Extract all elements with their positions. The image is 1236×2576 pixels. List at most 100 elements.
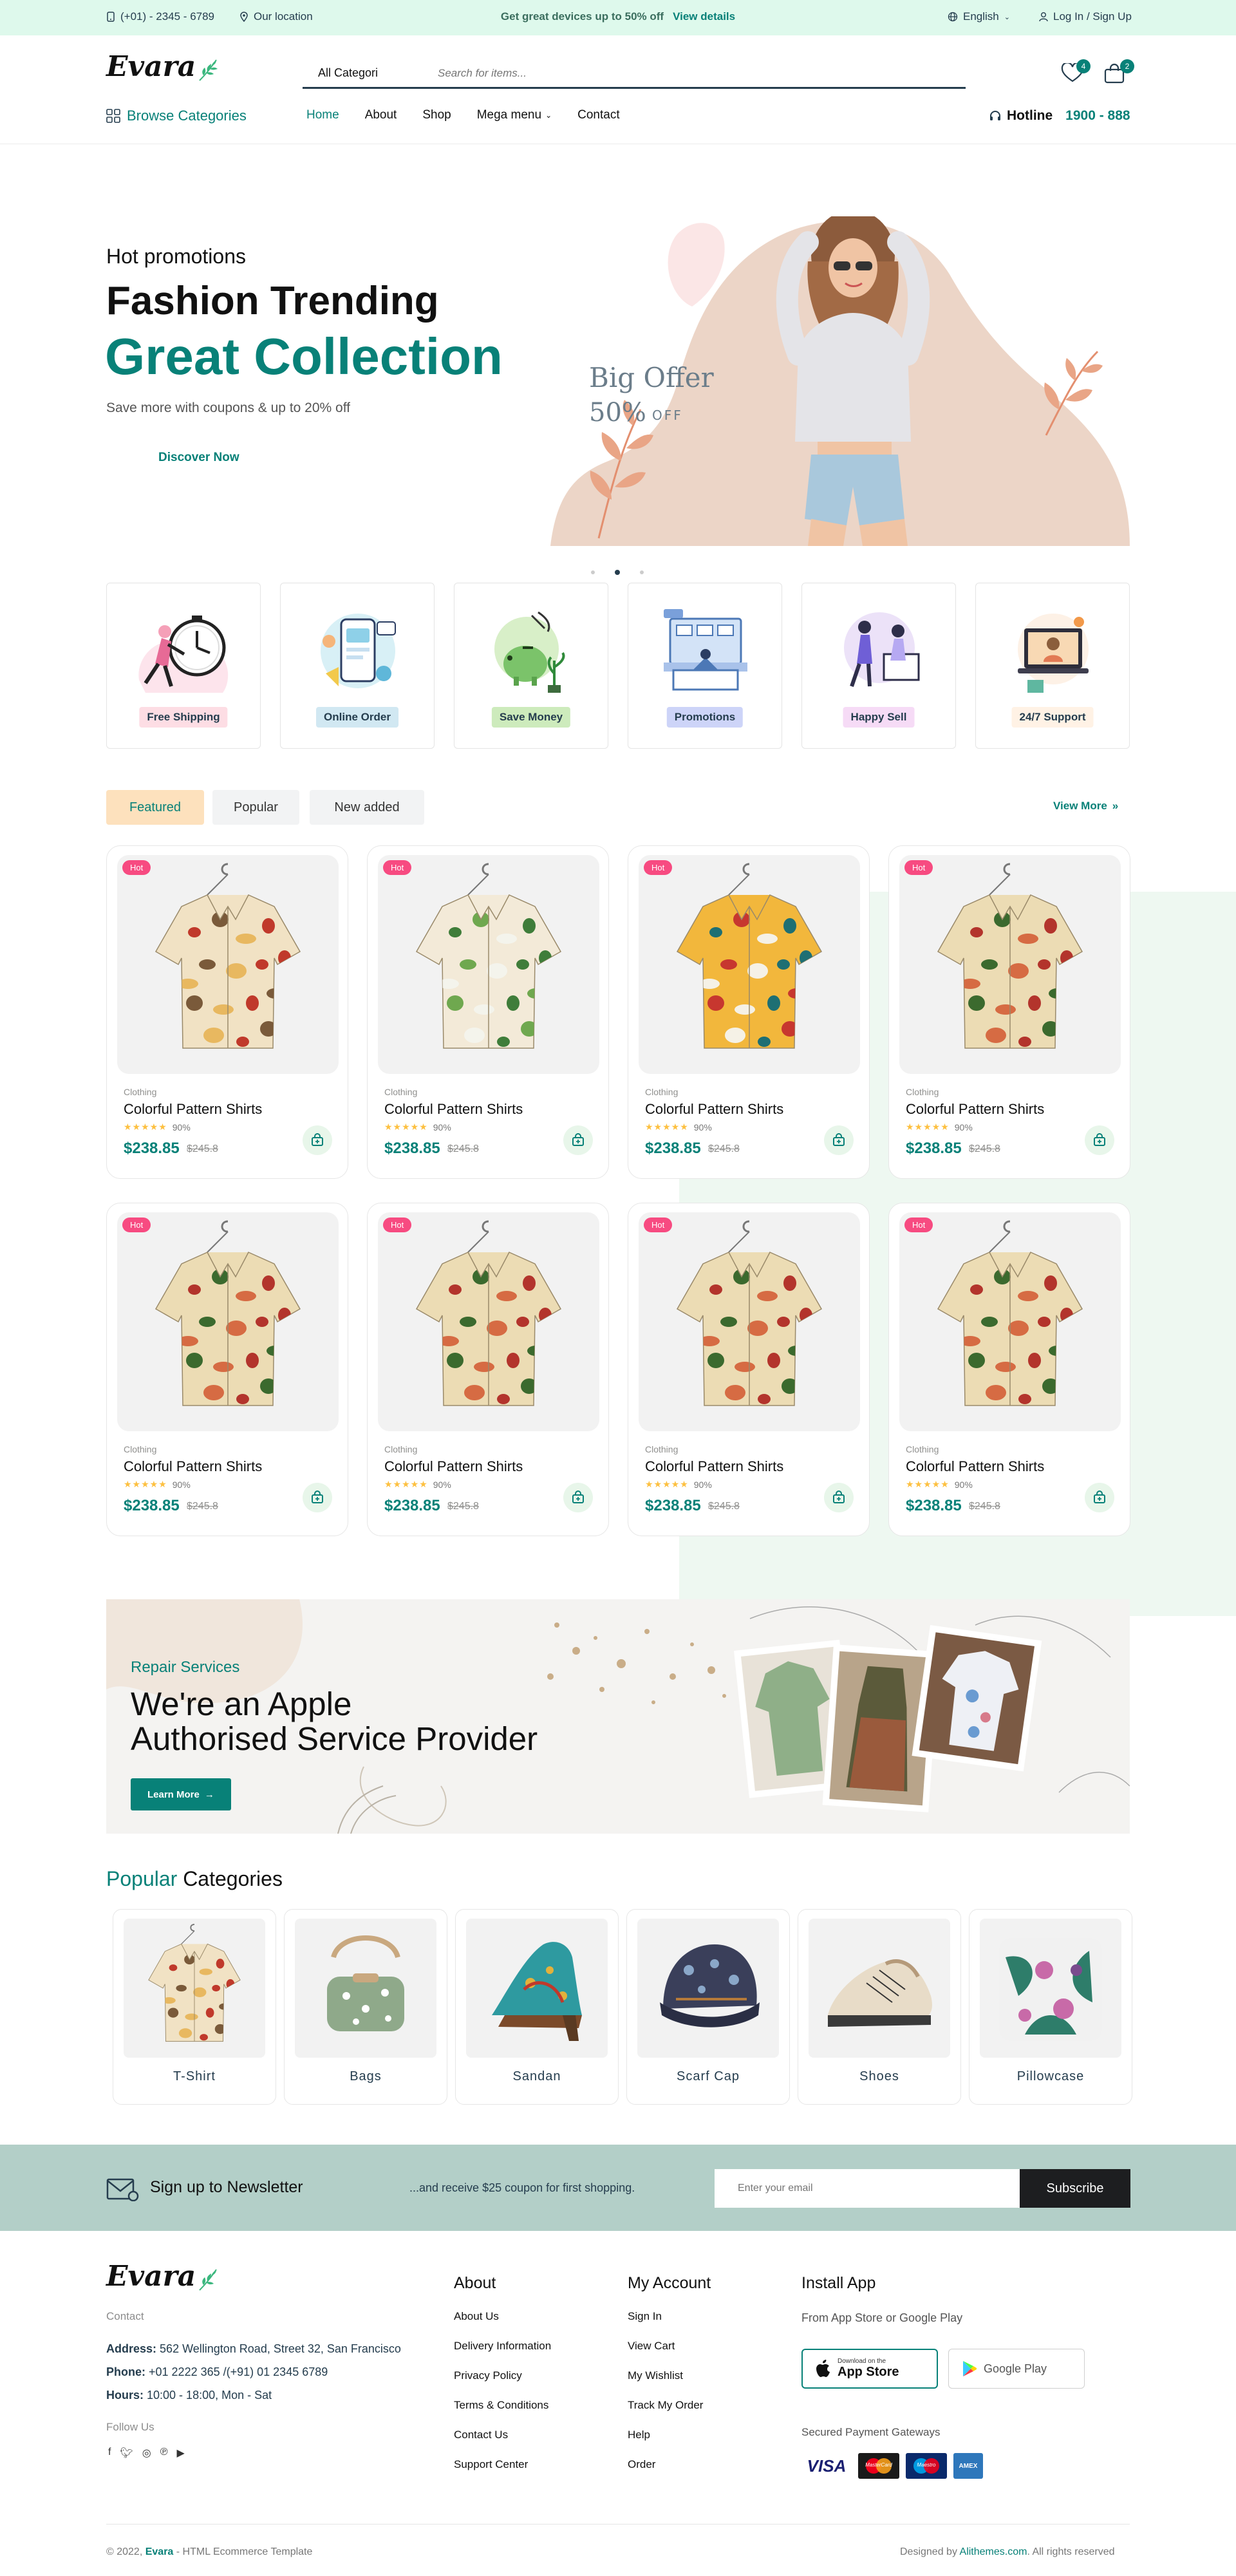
product-card[interactable]: Hot Clothing Colorful Pattern Shirts ★★★… [367, 1203, 609, 1536]
footer-link[interactable]: View Cart [628, 2340, 703, 2369]
add-to-cart-button[interactable] [1085, 1483, 1114, 1512]
nav-shop[interactable]: Shop [422, 108, 451, 122]
product-name[interactable]: Colorful Pattern Shirts [384, 1101, 523, 1118]
footer-link[interactable]: Help [628, 2429, 703, 2458]
product-category[interactable]: Clothing [124, 1444, 156, 1454]
product-name[interactable]: Colorful Pattern Shirts [906, 1101, 1044, 1118]
product-card[interactable]: Hot Clothing Colorful Pattern Shirts ★★★… [628, 1203, 870, 1536]
nav-home[interactable]: Home [306, 108, 339, 122]
footer-link[interactable]: About Us [454, 2310, 551, 2340]
product-category[interactable]: Clothing [384, 1444, 417, 1454]
product-image[interactable] [899, 1212, 1121, 1431]
category-card[interactable]: Scarf Cap [626, 1909, 790, 2105]
category-name[interactable]: Scarf Cap [627, 2069, 789, 2084]
product-category[interactable]: Clothing [124, 1087, 156, 1097]
product-card[interactable]: Hot Clothing Colorful Pattern Shirts ★★★… [106, 1203, 348, 1536]
feature-card-save-money[interactable]: Save Money [454, 583, 608, 749]
add-to-cart-button[interactable] [824, 1125, 854, 1155]
footer-link[interactable]: Track My Order [628, 2399, 703, 2429]
product-category[interactable]: Clothing [645, 1087, 678, 1097]
footer-link[interactable]: Delivery Information [454, 2340, 551, 2369]
category-image[interactable] [466, 1919, 608, 2058]
hotline[interactable]: Hotline 1900 - 888 [989, 108, 1130, 124]
login-signup-link[interactable]: Log In / Sign Up [1039, 10, 1132, 23]
category-card[interactable]: Shoes [798, 1909, 961, 2105]
product-category[interactable]: Clothing [384, 1087, 417, 1097]
footer-link[interactable]: Support Center [454, 2458, 551, 2488]
learn-more-button[interactable]: Learn More → [131, 1778, 231, 1810]
view-more-link[interactable]: View More » [1053, 800, 1118, 813]
browse-categories-button[interactable]: Browse Categories [106, 108, 247, 124]
add-to-cart-button[interactable] [303, 1483, 332, 1512]
product-category[interactable]: Clothing [906, 1444, 939, 1454]
tab-featured[interactable]: Featured [106, 790, 204, 825]
feature-card-promotions[interactable]: Promotions [628, 583, 782, 749]
footer-link[interactable]: My Wishlist [628, 2369, 703, 2399]
copyright-brand[interactable]: Evara [145, 2546, 174, 2557]
search-category-select[interactable]: All Categori [303, 66, 431, 80]
product-category[interactable]: Clothing [645, 1444, 678, 1454]
newsletter-email-input[interactable] [715, 2169, 1020, 2208]
product-name[interactable]: Colorful Pattern Shirts [124, 1101, 262, 1118]
category-name[interactable]: Pillowcase [969, 2069, 1132, 2084]
product-card[interactable]: Hot Clothing Colorful Pattern Shirts ★★★… [628, 845, 870, 1179]
category-name[interactable]: Bags [285, 2069, 447, 2084]
feature-card-free-shipping[interactable]: Free Shipping [106, 583, 261, 749]
tab-popular[interactable]: Popular [212, 790, 299, 825]
product-category[interactable]: Clothing [906, 1087, 939, 1097]
category-image[interactable] [809, 1919, 950, 2058]
search-input[interactable] [431, 66, 966, 80]
product-image[interactable] [378, 855, 599, 1074]
product-image[interactable] [378, 1212, 599, 1431]
app-store-button[interactable]: Download on the App Store [801, 2349, 938, 2389]
product-image[interactable] [639, 1212, 860, 1431]
feature-card-online-order[interactable]: Online Order [280, 583, 435, 749]
twitter-icon[interactable]: 🐦︎ [120, 2447, 133, 2459]
footer-link[interactable]: Order [628, 2458, 703, 2488]
tab-new-added[interactable]: New added [310, 790, 424, 825]
slider-dot-2[interactable] [615, 570, 620, 575]
add-to-cart-button[interactable] [824, 1483, 854, 1512]
category-name[interactable]: Sandan [456, 2069, 618, 2084]
footer-link[interactable]: Contact Us [454, 2429, 551, 2458]
product-name[interactable]: Colorful Pattern Shirts [645, 1101, 783, 1118]
category-image[interactable] [980, 1919, 1121, 2058]
footer-link[interactable]: Sign In [628, 2310, 703, 2340]
discover-now-button[interactable]: Discover Now [158, 451, 239, 465]
nav-about[interactable]: About [365, 108, 397, 122]
facebook-icon[interactable]: f [108, 2447, 111, 2459]
product-image[interactable] [899, 855, 1121, 1074]
category-image[interactable] [124, 1919, 265, 2058]
slider-dot-3[interactable] [640, 570, 644, 574]
category-image[interactable] [637, 1919, 779, 2058]
cart-button[interactable]: 2 [1103, 59, 1134, 88]
category-card[interactable]: Pillowcase [969, 1909, 1132, 2105]
product-image[interactable] [639, 855, 860, 1074]
product-card[interactable]: Hot Clothing Colorful Pattern Shirts ★★★… [888, 1203, 1130, 1536]
slider-dot-1[interactable] [591, 570, 595, 574]
category-image[interactable] [295, 1919, 436, 2058]
product-card[interactable]: Hot Clothing Colorful Pattern Shirts ★★★… [888, 845, 1130, 1179]
footer-link[interactable]: Terms & Conditions [454, 2399, 551, 2429]
nav-contact[interactable]: Contact [577, 108, 619, 122]
nav-mega-menu[interactable]: Mega menu ⌄ [477, 108, 552, 122]
product-name[interactable]: Colorful Pattern Shirts [384, 1458, 523, 1475]
product-card[interactable]: Hot Clothing Colorful Pattern Shirts ★★★… [106, 845, 348, 1179]
product-image[interactable] [117, 855, 339, 1074]
instagram-icon[interactable]: ◎ [142, 2447, 151, 2459]
add-to-cart-button[interactable] [563, 1483, 593, 1512]
product-card[interactable]: Hot Clothing Colorful Pattern Shirts ★★★… [367, 845, 609, 1179]
product-name[interactable]: Colorful Pattern Shirts [906, 1458, 1044, 1475]
subscribe-button[interactable]: Subscribe [1020, 2169, 1130, 2208]
footer-logo[interactable]: Evara [106, 2260, 220, 2293]
category-card[interactable]: T-Shirt [113, 1909, 276, 2105]
feature-card-happy-sell[interactable]: Happy Sell [801, 583, 956, 749]
add-to-cart-button[interactable] [1085, 1125, 1114, 1155]
product-image[interactable] [117, 1212, 339, 1431]
product-name[interactable]: Colorful Pattern Shirts [645, 1458, 783, 1475]
add-to-cart-button[interactable] [303, 1125, 332, 1155]
category-name[interactable]: Shoes [798, 2069, 960, 2084]
category-name[interactable]: T-Shirt [113, 2069, 276, 2084]
product-name[interactable]: Colorful Pattern Shirts [124, 1458, 262, 1475]
view-details-link[interactable]: View details [673, 10, 735, 23]
